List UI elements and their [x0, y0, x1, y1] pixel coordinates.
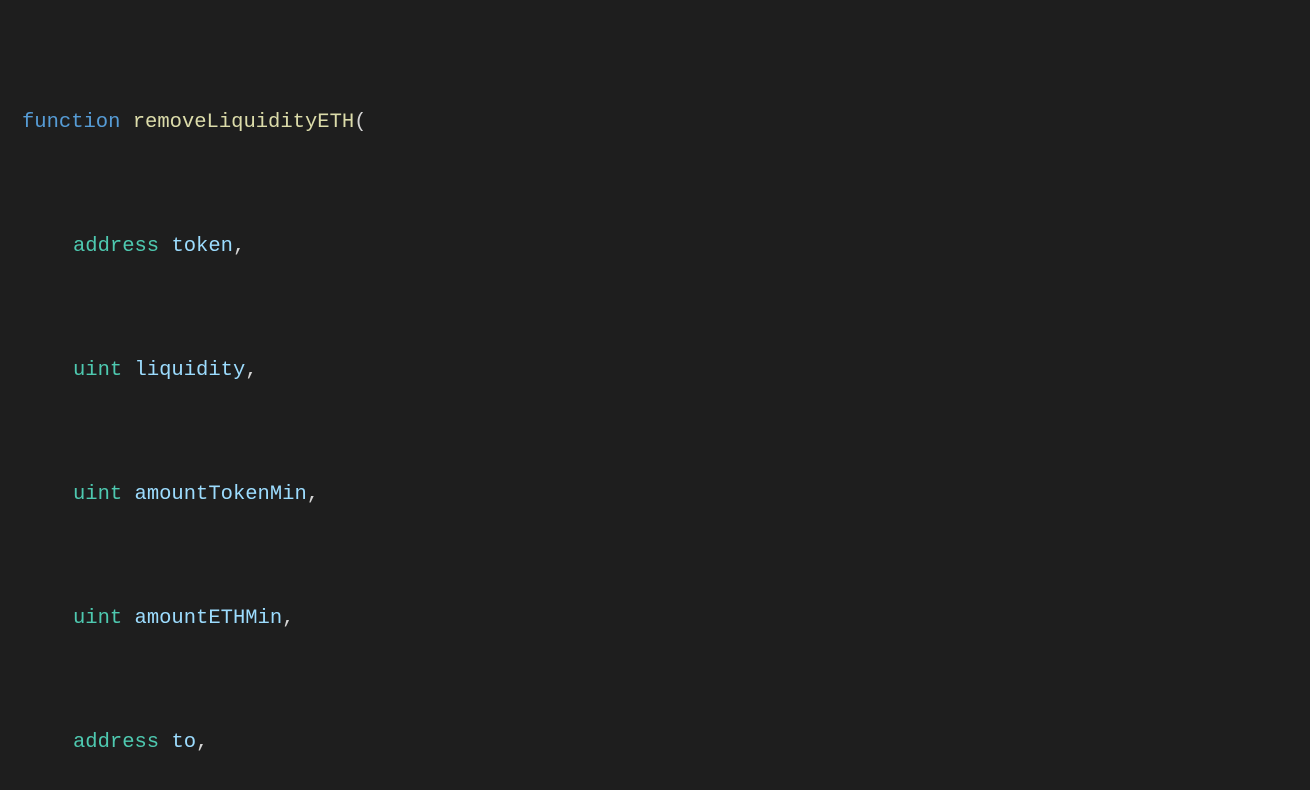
var-to: to: [171, 731, 196, 754]
type-uint: uint: [73, 359, 122, 382]
var-amountTokenMin: amountTokenMin: [135, 483, 307, 506]
comma: ,: [233, 235, 245, 258]
code-line: address token,: [22, 231, 1300, 262]
code-line: function removeLiquidityETH(: [22, 107, 1300, 138]
var-token: token: [171, 235, 233, 258]
type-uint: uint: [73, 607, 122, 630]
code-line: address to,: [22, 727, 1300, 758]
type-address: address: [73, 731, 159, 754]
code-editor[interactable]: function removeLiquidityETH( address tok…: [0, 0, 1310, 790]
comma: ,: [307, 483, 319, 506]
code-line: uint amountETHMin,: [22, 603, 1300, 634]
comma: ,: [245, 359, 257, 382]
comma: ,: [282, 607, 294, 630]
var-amountETHMin: amountETHMin: [135, 607, 283, 630]
code-line: uint liquidity,: [22, 355, 1300, 386]
keyword-function: function: [22, 111, 120, 134]
comma: ,: [196, 731, 208, 754]
code-line: uint amountTokenMin,: [22, 479, 1300, 510]
type-address: address: [73, 235, 159, 258]
type-uint: uint: [73, 483, 122, 506]
paren-open: (: [354, 111, 366, 134]
var-liquidity: liquidity: [135, 359, 246, 382]
function-name: removeLiquidityETH: [133, 111, 354, 134]
